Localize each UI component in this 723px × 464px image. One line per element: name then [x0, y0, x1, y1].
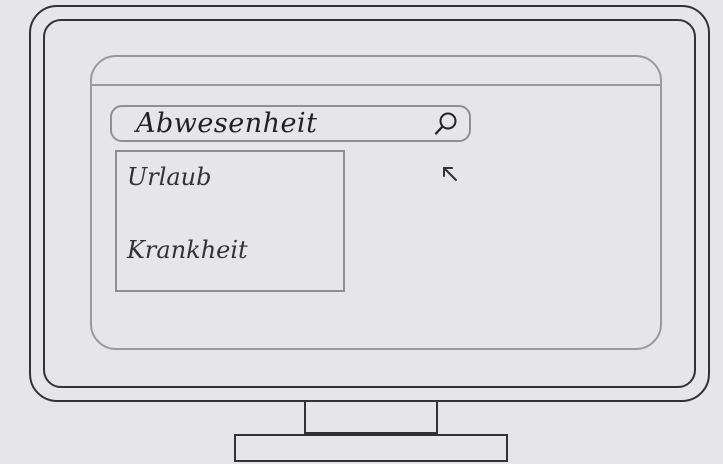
- suggestion-item-urlaub[interactable]: Urlaub: [127, 163, 212, 191]
- monitor-stand-neck: [304, 402, 438, 434]
- monitor-screen: Abwesenheit Urlaub Krankheit: [43, 19, 696, 388]
- suggestion-item-krankheit[interactable]: Krankheit: [127, 236, 248, 264]
- search-input-value: Abwesenheit: [136, 108, 318, 139]
- monitor-bezel: Abwesenheit Urlaub Krankheit: [29, 5, 710, 402]
- browser-titlebar-divider: [92, 84, 660, 86]
- search-input[interactable]: Abwesenheit: [110, 105, 471, 142]
- search-suggestions-list: Urlaub Krankheit: [115, 150, 345, 292]
- browser-window: Abwesenheit Urlaub Krankheit: [90, 55, 662, 350]
- monitor-stand-base: [234, 434, 508, 462]
- mouse-pointer-icon: [443, 167, 457, 181]
- monitor-illustration: Abwesenheit Urlaub Krankheit: [0, 0, 723, 464]
- search-icon[interactable]: [433, 111, 459, 137]
